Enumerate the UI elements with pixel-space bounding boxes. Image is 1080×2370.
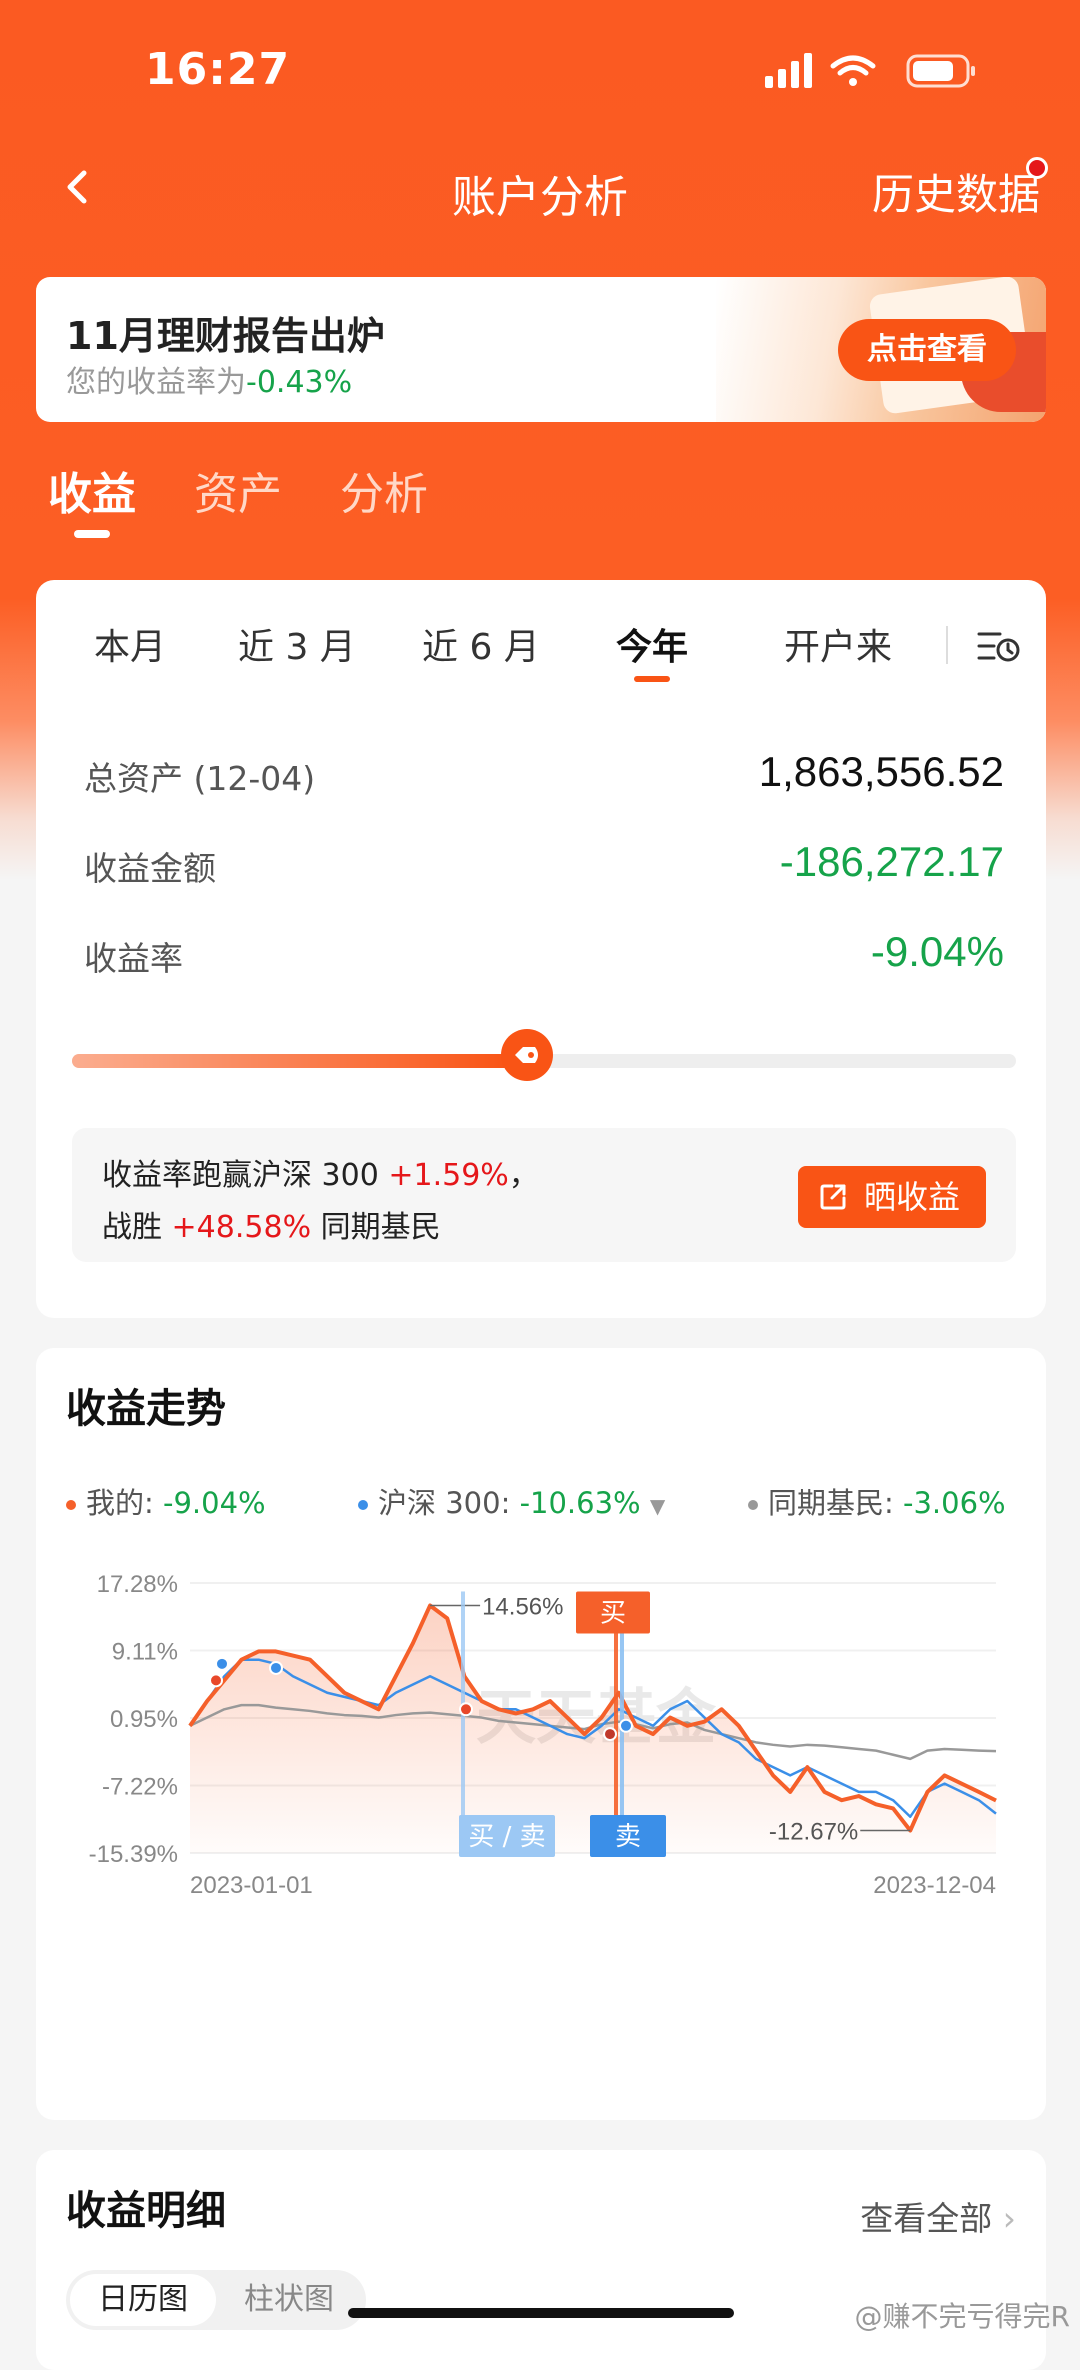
y-tick-label: 0.95% [110, 1706, 178, 1733]
banner-rate: -0.43% [246, 365, 353, 400]
report-banner[interactable]: 11月理财报告出炉 您的收益率为-0.43% 点击查看 [36, 277, 1046, 422]
total-assets-row: 总资产 (12-04) 1,863,556.52 [84, 748, 1004, 802]
period-divider [946, 626, 948, 664]
tab-analysis[interactable]: 分析 [340, 458, 428, 522]
status-icons [765, 53, 975, 88]
detail-view-toggle: 日历图 柱状图 [66, 2270, 366, 2330]
footer-watermark: @赚不完亏得完R [854, 2300, 1070, 2333]
buysell-tag: 买 / 卖 [468, 1822, 545, 1852]
max-label: 14.56% [482, 1593, 563, 1620]
tab-bar-view[interactable]: 柱状图 [216, 2274, 362, 2326]
rate-label: 收益率 [84, 939, 183, 978]
tab-assets[interactable]: 资产 [194, 458, 282, 522]
tab-profit[interactable]: 收益 [48, 458, 136, 538]
trend-card: 收益走势 我的: -9.04% 沪深 300: -10.63% ▼ 同期基民: … [36, 1348, 1046, 2120]
trade-dot [459, 1702, 473, 1717]
tab-calendar-view[interactable]: 日历图 [70, 2274, 216, 2326]
beat-index-value: +1.59% [388, 1158, 509, 1193]
buysell-marker-line [461, 1591, 465, 1853]
custom-period-icon[interactable] [976, 626, 1020, 666]
summary-card: 本月 近 3 月 近 6 月 今年 开户来 总资产 (12-04) 1,863,… [36, 580, 1046, 1318]
profit-row: 收益金额 -186,272.17 [84, 838, 1004, 892]
wifi-icon [830, 55, 876, 86]
beat-progress-fill [72, 1054, 511, 1068]
period-this-year[interactable]: 今年 [616, 618, 688, 682]
x-tick-label: 2023-12-04 [873, 1872, 996, 1899]
total-assets-label: 总资产 (12-04) [84, 759, 316, 798]
period-3-months[interactable]: 近 3 月 [238, 618, 356, 670]
share-profit-button[interactable]: 晒收益 [798, 1166, 986, 1228]
trade-dot [269, 1660, 283, 1675]
period-selector: 本月 近 3 月 近 6 月 今年 开户来 [36, 618, 1046, 688]
y-tick-label: 9.11% [112, 1639, 178, 1666]
min-label: -12.67% [769, 1819, 858, 1846]
share-profit-label: 晒收益 [864, 1178, 961, 1216]
comparison-line-1: 收益率跑赢沪深 300 +1.59%， [102, 1158, 539, 1193]
detail-card: 收益明细 查看全部 › 日历图 柱状图 [36, 2150, 1046, 2370]
legend-mine[interactable]: 我的: -9.04% [66, 1480, 266, 1522]
chevron-down-icon: ▼ [649, 1494, 666, 1518]
share-icon [820, 1184, 846, 1210]
comparison-line-2: 战胜 +48.58% 同期基民 [102, 1210, 441, 1245]
legend-csi300[interactable]: 沪深 300: -10.63% ▼ [358, 1480, 665, 1522]
beat-investors-value: +48.58% [171, 1210, 312, 1245]
y-tick-label: -15.39% [89, 1841, 178, 1868]
view-all-link[interactable]: 查看全部 › [860, 2192, 1016, 2240]
trade-dot [603, 1727, 617, 1742]
period-6-months[interactable]: 近 6 月 [422, 618, 540, 670]
profit-value: -186,272.17 [779, 838, 1004, 885]
signal-icon [765, 53, 812, 88]
period-this-month[interactable]: 本月 [94, 618, 166, 670]
nav-bar: 账户分析 历史数据 [0, 145, 1080, 235]
buy-tag: 买 [600, 1598, 626, 1628]
status-bar: 16:27 [0, 0, 1080, 140]
home-indicator[interactable] [348, 2308, 734, 2318]
status-time: 16:27 [145, 44, 291, 95]
profit-label: 收益金额 [84, 849, 216, 888]
trade-dot [215, 1656, 229, 1671]
detail-title: 收益明细 [66, 2188, 226, 2234]
trade-dot [619, 1718, 633, 1733]
banner-subtitle: 您的收益率为-0.43% [66, 365, 353, 400]
comparison-box: 收益率跑赢沪深 300 +1.59%， 战胜 +48.58% 同期基民 晒收益 [72, 1128, 1016, 1262]
legend-investors[interactable]: 同期基民: -3.06% [748, 1480, 1006, 1522]
trend-chart[interactable]: 17.28% 9.11% 0.95% -7.22% -15.39% 2023-01-01 2… [36, 1553, 1046, 2073]
y-tick-label: 17.28% [97, 1571, 178, 1598]
total-assets-value: 1,863,556.52 [758, 748, 1004, 795]
sell-tag: 卖 [615, 1822, 641, 1852]
battery-icon [906, 54, 975, 88]
rocket-icon [501, 1029, 553, 1081]
banner-title: 11月理财报告出炉 [66, 314, 385, 358]
period-since-open[interactable]: 开户来 [784, 618, 892, 670]
trade-dot [209, 1673, 223, 1688]
rate-value: -9.04% [870, 928, 1004, 975]
history-data-label: 历史数据 [871, 170, 1040, 219]
view-report-button[interactable]: 点击查看 [838, 319, 1016, 381]
y-tick-label: -7.22% [102, 1774, 178, 1801]
chevron-right-icon: › [1002, 2199, 1016, 2238]
x-tick-label: 2023-01-01 [190, 1872, 313, 1899]
trend-title: 收益走势 [66, 1386, 226, 1432]
notification-dot [1026, 157, 1048, 179]
rate-row: 收益率 -9.04% [84, 928, 1004, 982]
history-data-link[interactable]: 历史数据 [871, 157, 1048, 222]
